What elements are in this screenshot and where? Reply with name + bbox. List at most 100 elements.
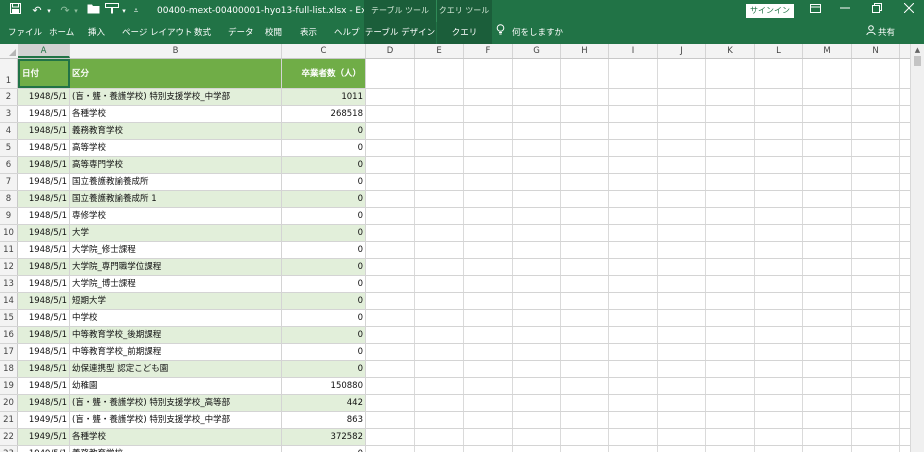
cell[interactable] [415, 293, 464, 309]
category-cell[interactable]: 大学院_専門職学位課程 [70, 259, 282, 275]
date-cell[interactable]: 1948/5/1 [18, 157, 70, 173]
graduates-cell[interactable]: 442 [282, 395, 366, 411]
cell[interactable] [366, 59, 415, 88]
cell[interactable] [706, 59, 755, 88]
cell[interactable] [852, 225, 900, 241]
category-cell[interactable]: 大学 [70, 225, 282, 241]
date-cell[interactable]: 1948/5/1 [18, 310, 70, 326]
cell[interactable] [658, 225, 706, 241]
cell[interactable] [415, 276, 464, 292]
cell[interactable] [706, 259, 755, 275]
category-cell[interactable]: 各種学校 [70, 106, 282, 122]
cell[interactable] [852, 412, 900, 428]
cell[interactable] [658, 106, 706, 122]
cell[interactable] [755, 378, 803, 394]
cell[interactable] [755, 344, 803, 360]
graduates-cell[interactable]: 0 [282, 446, 366, 452]
cell[interactable] [415, 429, 464, 445]
category-cell[interactable]: 中学校 [70, 310, 282, 326]
cell[interactable] [706, 208, 755, 224]
cell[interactable] [366, 344, 415, 360]
cell[interactable] [852, 157, 900, 173]
cell[interactable] [658, 259, 706, 275]
cell[interactable] [609, 191, 658, 207]
date-cell[interactable]: 1948/5/1 [18, 208, 70, 224]
cell[interactable] [755, 327, 803, 343]
cell[interactable] [415, 89, 464, 105]
cell[interactable] [706, 361, 755, 377]
cell[interactable] [852, 242, 900, 258]
vertical-scrollbar[interactable]: ▲ [910, 44, 924, 452]
cell[interactable] [464, 191, 513, 207]
date-cell[interactable]: 1948/5/1 [18, 276, 70, 292]
cell[interactable] [366, 208, 415, 224]
cell[interactable] [658, 191, 706, 207]
cell[interactable] [755, 157, 803, 173]
cell[interactable] [852, 259, 900, 275]
row-header[interactable]: 12 [0, 259, 18, 275]
date-cell[interactable]: 1948/5/1 [18, 378, 70, 394]
cell[interactable] [755, 276, 803, 292]
cell[interactable] [415, 123, 464, 139]
tab-page-layout[interactable]: ページ レイアウト [122, 22, 193, 44]
cell[interactable] [706, 378, 755, 394]
cell[interactable] [803, 191, 852, 207]
tab-view[interactable]: 表示 [300, 22, 317, 44]
cell[interactable] [415, 412, 464, 428]
cell[interactable] [658, 412, 706, 428]
undo-dropdown-icon[interactable]: ▾ [45, 3, 53, 19]
graduates-cell[interactable]: 0 [282, 361, 366, 377]
format-dropdown-icon[interactable]: ▾ [120, 3, 128, 19]
row-header[interactable]: 1 [0, 59, 18, 88]
cell[interactable] [803, 174, 852, 190]
cell[interactable] [464, 140, 513, 156]
cell[interactable] [464, 327, 513, 343]
cell[interactable] [755, 412, 803, 428]
cell[interactable] [852, 361, 900, 377]
cell[interactable] [609, 344, 658, 360]
cell[interactable] [658, 59, 706, 88]
maximize-icon[interactable] [862, 0, 892, 22]
column-header-m[interactable]: M [803, 44, 852, 58]
cell[interactable] [706, 327, 755, 343]
date-cell[interactable]: 1948/5/1 [18, 259, 70, 275]
cell[interactable] [415, 59, 464, 88]
graduates-cell[interactable]: 0 [282, 140, 366, 156]
tab-data[interactable]: データ [228, 22, 254, 44]
date-cell[interactable]: 1949/5/1 [18, 446, 70, 452]
cell[interactable] [803, 395, 852, 411]
cell[interactable] [464, 242, 513, 258]
graduates-cell[interactable]: 863 [282, 412, 366, 428]
cell[interactable] [755, 310, 803, 326]
row-header[interactable]: 13 [0, 276, 18, 292]
format-painter-icon[interactable] [104, 3, 120, 19]
cell[interactable] [464, 446, 513, 452]
column-header-j[interactable]: J [658, 44, 706, 58]
cell[interactable] [561, 310, 609, 326]
cell[interactable] [706, 157, 755, 173]
cell[interactable] [803, 106, 852, 122]
cell[interactable] [464, 259, 513, 275]
category-cell[interactable]: 中等教育学校_後期課程 [70, 327, 282, 343]
category-cell[interactable]: 義務教育学校 [70, 123, 282, 139]
cell[interactable] [658, 174, 706, 190]
graduates-cell[interactable]: 0 [282, 259, 366, 275]
tab-review[interactable]: 校閲 [265, 22, 282, 44]
cell[interactable] [561, 157, 609, 173]
cell[interactable] [755, 59, 803, 88]
cell[interactable] [415, 106, 464, 122]
cell[interactable] [706, 140, 755, 156]
cell[interactable] [609, 293, 658, 309]
cell[interactable] [852, 89, 900, 105]
column-header-e[interactable]: E [415, 44, 464, 58]
date-cell[interactable]: 1948/5/1 [18, 344, 70, 360]
cell[interactable] [513, 378, 561, 394]
category-cell[interactable]: 高等学校 [70, 140, 282, 156]
date-cell[interactable]: 1948/5/1 [18, 361, 70, 377]
cell[interactable] [561, 276, 609, 292]
cell[interactable] [513, 276, 561, 292]
cell[interactable] [755, 106, 803, 122]
cell[interactable] [415, 140, 464, 156]
cell[interactable] [658, 140, 706, 156]
cell[interactable] [366, 174, 415, 190]
